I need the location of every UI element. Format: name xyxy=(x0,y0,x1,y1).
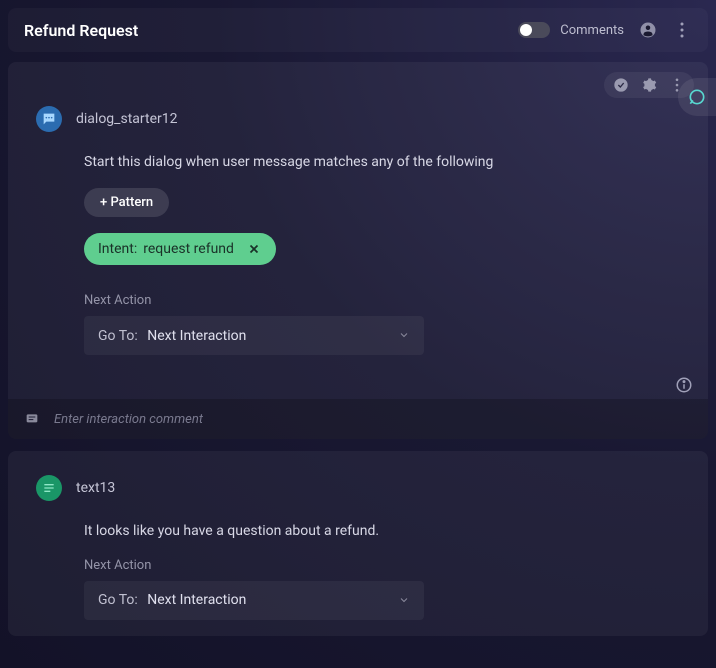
card-action-bar xyxy=(8,62,708,98)
comment-placeholder: Enter interaction comment xyxy=(54,412,203,427)
chevron-down-icon xyxy=(398,326,410,345)
goto-value: Next Interaction xyxy=(147,328,246,344)
check-icon[interactable] xyxy=(612,76,630,94)
goto-prefix: Go To: xyxy=(98,592,138,608)
dialog-starter-icon xyxy=(36,106,62,132)
next-action-label: Next Action xyxy=(84,293,680,308)
node-description: It looks like you have a question about … xyxy=(84,521,680,541)
comments-toggle[interactable] xyxy=(518,22,550,38)
node-description: Start this dialog when user message matc… xyxy=(84,152,680,172)
node-card: dialog_starter12 Start this dialog when … xyxy=(8,62,708,439)
next-action-label: Next Action xyxy=(84,558,680,573)
next-action-dropdown[interactable]: Go To: Next Interaction xyxy=(84,581,424,620)
gear-icon[interactable] xyxy=(640,76,658,94)
comment-bar[interactable]: Enter interaction comment xyxy=(8,399,708,439)
chevron-down-icon xyxy=(398,591,410,610)
node-header: text13 xyxy=(36,475,680,501)
info-icon[interactable] xyxy=(674,375,694,395)
text-node-icon xyxy=(36,475,62,501)
comments-toggle-label: Comments xyxy=(560,23,624,38)
node-name: text13 xyxy=(76,480,115,496)
page-header: Refund Request Comments xyxy=(8,8,708,52)
page-title: Refund Request xyxy=(24,21,138,40)
remove-intent-icon[interactable] xyxy=(246,241,262,257)
user-icon[interactable] xyxy=(638,20,658,40)
goto-prefix: Go To: xyxy=(98,328,138,344)
next-action-dropdown[interactable]: Go To: Next Interaction xyxy=(84,316,424,355)
goto-value: Next Interaction xyxy=(147,592,246,608)
comment-icon xyxy=(22,409,42,429)
comments-toggle-wrap: Comments xyxy=(518,22,624,38)
intent-chip[interactable]: Intent: request refund xyxy=(84,233,276,265)
intent-value: request refund xyxy=(143,241,234,257)
header-actions: Comments xyxy=(518,20,692,40)
node-card: text13 It looks like you have a question… xyxy=(8,451,708,635)
floating-chat-button[interactable] xyxy=(678,78,716,116)
more-menu-icon[interactable] xyxy=(672,20,692,40)
node-header: dialog_starter12 xyxy=(36,106,680,132)
add-pattern-button[interactable]: + Pattern xyxy=(84,188,169,217)
intent-prefix: Intent: xyxy=(98,241,137,257)
node-name: dialog_starter12 xyxy=(76,111,177,127)
